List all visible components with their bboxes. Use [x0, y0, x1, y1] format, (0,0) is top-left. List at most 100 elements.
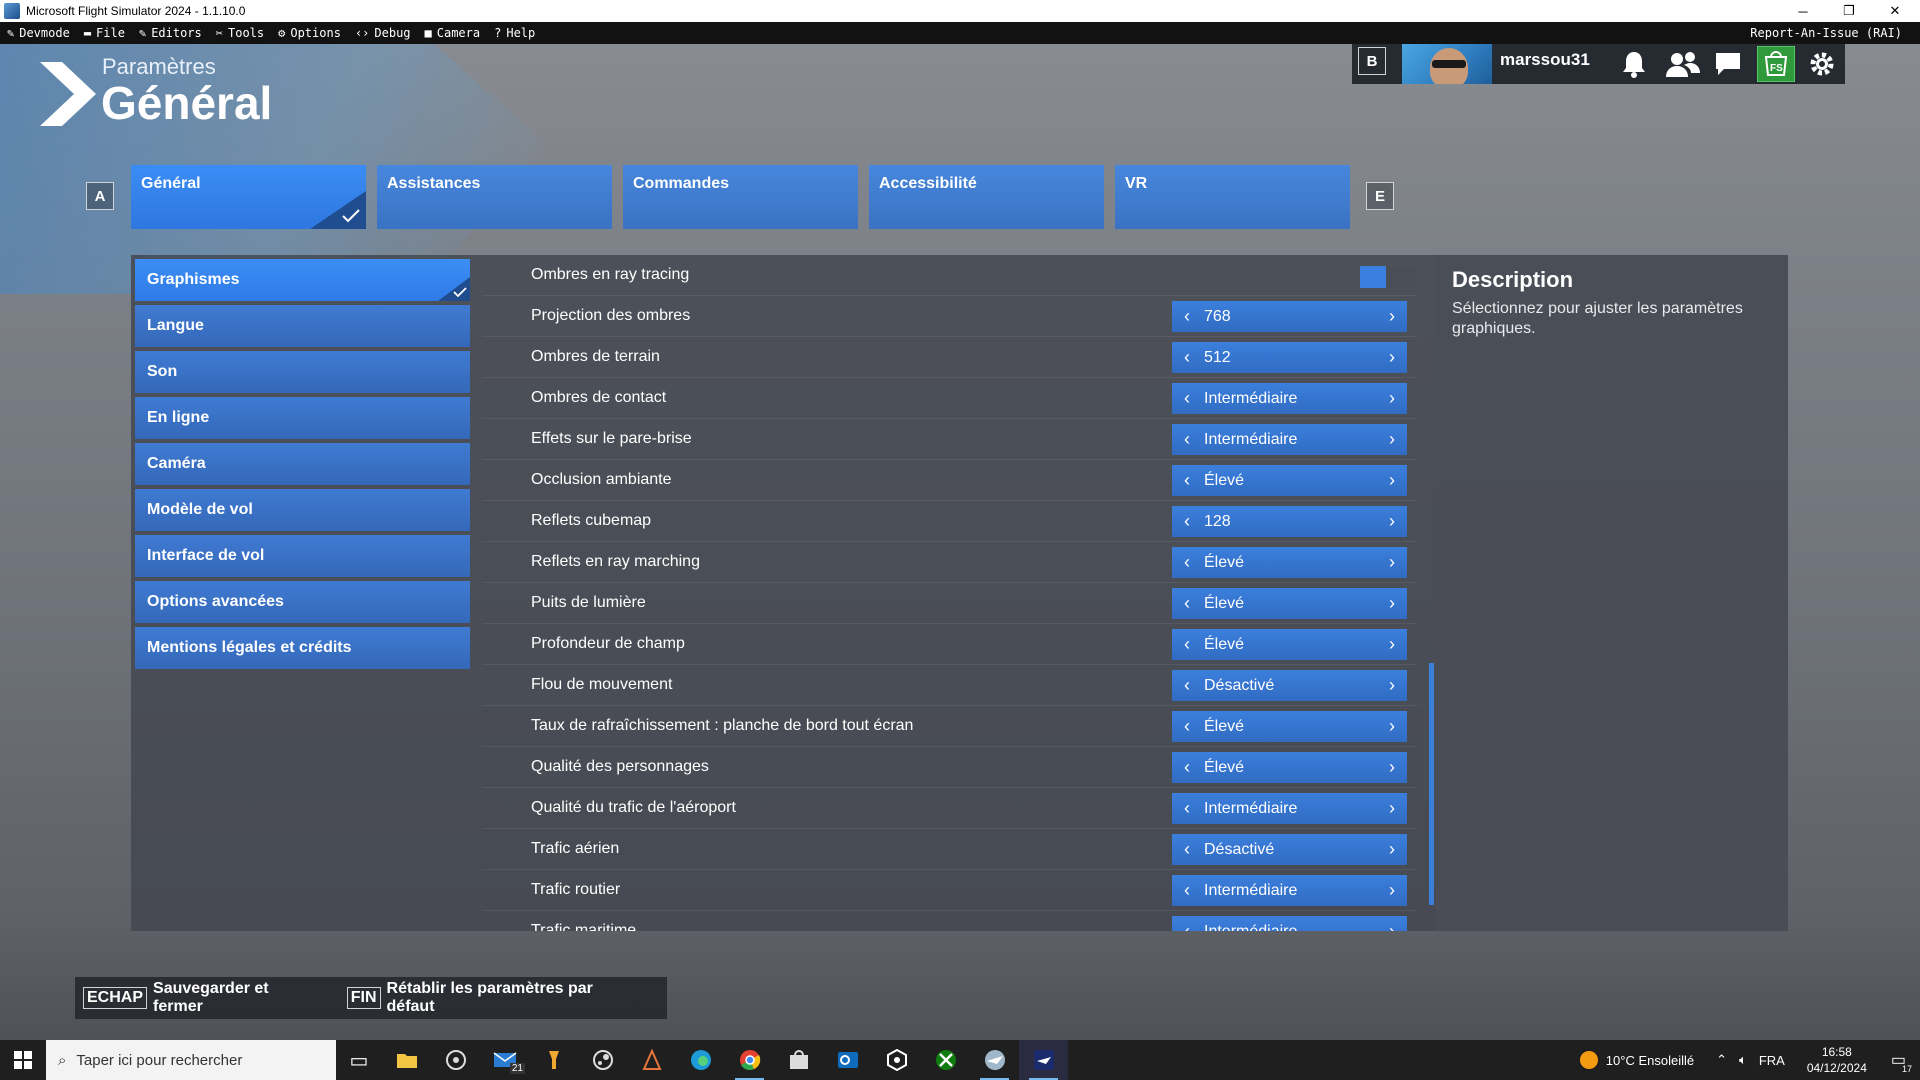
- tab-commandes[interactable]: Commandes: [623, 165, 858, 229]
- chevron-left-icon[interactable]: ‹: [1172, 634, 1202, 655]
- chevron-left-icon[interactable]: ‹: [1172, 839, 1202, 860]
- setting-row[interactable]: Reflets cubemap ‹ 128 ›: [482, 501, 1417, 542]
- menu-options[interactable]: ⚙ Options: [271, 22, 348, 44]
- setting-row[interactable]: Reflets en ray marching ‹ Élevé ›: [482, 542, 1417, 583]
- chevron-right-icon[interactable]: ›: [1377, 716, 1407, 737]
- bell-icon[interactable]: [1618, 48, 1650, 80]
- setting-selector[interactable]: ‹ Élevé ›: [1172, 752, 1407, 783]
- chevron-left-icon[interactable]: ‹: [1172, 306, 1202, 327]
- tab-vr[interactable]: VR: [1115, 165, 1350, 229]
- chevron-right-icon[interactable]: ›: [1377, 675, 1407, 696]
- chevron-right-icon[interactable]: ›: [1377, 880, 1407, 901]
- setting-row[interactable]: Puits de lumière ‹ Élevé ›: [482, 583, 1417, 624]
- save-and-close-button[interactable]: Sauvegarder et fermer: [153, 980, 319, 1016]
- setting-row[interactable]: Ombres en ray tracing: [482, 255, 1417, 296]
- chevron-right-icon[interactable]: ›: [1377, 839, 1407, 860]
- taskbar-search-input[interactable]: ⌕ Taper ici pour rechercher: [46, 1040, 336, 1080]
- steam-icon[interactable]: [578, 1040, 627, 1080]
- chevron-left-icon[interactable]: ‹: [1172, 798, 1202, 819]
- chevron-right-icon[interactable]: ›: [1377, 634, 1407, 655]
- setting-selector[interactable]: ‹ Intermédiaire ›: [1172, 793, 1407, 824]
- setting-selector[interactable]: ‹ 128 ›: [1172, 506, 1407, 537]
- report-an-issue-button[interactable]: Report-An-Issue (RAI): [1750, 22, 1902, 44]
- chevron-right-icon[interactable]: ›: [1377, 388, 1407, 409]
- chevron-right-icon[interactable]: ›: [1377, 306, 1407, 327]
- chevron-right-icon[interactable]: ›: [1377, 511, 1407, 532]
- setting-selector[interactable]: ‹ Intermédiaire ›: [1172, 424, 1407, 455]
- start-button[interactable]: [0, 1040, 46, 1080]
- flight-simulator-icon[interactable]: [970, 1040, 1019, 1080]
- chevron-right-icon[interactable]: ›: [1377, 347, 1407, 368]
- menu-camera[interactable]: ■ Camera: [418, 22, 488, 44]
- setting-row[interactable]: Projection des ombres ‹ 768 ›: [482, 296, 1417, 337]
- b-key-hint[interactable]: B: [1358, 47, 1386, 75]
- chevron-left-icon[interactable]: ‹: [1172, 716, 1202, 737]
- setting-selector[interactable]: ‹ 768 ›: [1172, 301, 1407, 332]
- chevron-left-icon[interactable]: ‹: [1172, 552, 1202, 573]
- menu-help[interactable]: ? Help: [487, 22, 542, 44]
- setting-selector[interactable]: ‹ Désactivé ›: [1172, 670, 1407, 701]
- chevron-left-icon[interactable]: ‹: [1172, 593, 1202, 614]
- minimize-button[interactable]: ─: [1780, 0, 1826, 22]
- setting-selector[interactable]: ‹ Intermédiaire ›: [1172, 916, 1407, 931]
- menu-tools[interactable]: ✂ Tools: [209, 22, 271, 44]
- chevron-left-icon[interactable]: ‹: [1172, 429, 1202, 450]
- task-view-icon[interactable]: ▭: [336, 1040, 382, 1080]
- marketplace-icon[interactable]: FS: [1757, 46, 1795, 82]
- setting-row[interactable]: Ombres de terrain ‹ 512 ›: [482, 337, 1417, 378]
- weather-text[interactable]: 10°C Ensoleillé: [1606, 1053, 1694, 1068]
- language-indicator[interactable]: FRA: [1759, 1053, 1785, 1068]
- chevron-right-icon[interactable]: ›: [1377, 593, 1407, 614]
- ea-app-icon[interactable]: [627, 1040, 676, 1080]
- end-key-hint[interactable]: FIN: [346, 987, 381, 1009]
- setting-selector[interactable]: ‹ Élevé ›: [1172, 588, 1407, 619]
- chevron-left-icon[interactable]: ‹: [1172, 880, 1202, 901]
- chevron-left-icon[interactable]: ‹: [1172, 757, 1202, 778]
- sidebar-item-modele-de-vol[interactable]: Modèle de vol: [135, 489, 470, 531]
- menu-file[interactable]: ▬ File: [77, 22, 132, 44]
- setting-selector[interactable]: ‹ Désactivé ›: [1172, 834, 1407, 865]
- tab-prev-key-hint[interactable]: A: [86, 182, 114, 210]
- menu-devmode[interactable]: ✎ Devmode: [0, 22, 77, 44]
- sidebar-item-interface-de-vol[interactable]: Interface de vol: [135, 535, 470, 577]
- tab-general[interactable]: Général: [131, 165, 366, 229]
- msfs-running-icon[interactable]: [1019, 1040, 1068, 1080]
- setting-selector[interactable]: ‹ 512 ›: [1172, 342, 1407, 373]
- chevron-right-icon[interactable]: ›: [1377, 470, 1407, 491]
- setting-selector[interactable]: ‹ Élevé ›: [1172, 547, 1407, 578]
- setting-row[interactable]: Trafic routier ‹ Intermédiaire ›: [482, 870, 1417, 911]
- setting-selector[interactable]: ‹ Intermédiaire ›: [1172, 875, 1407, 906]
- setting-selector[interactable]: ‹ Élevé ›: [1172, 465, 1407, 496]
- menu-editors[interactable]: ✎ Editors: [132, 22, 209, 44]
- ray-tracing-toggle[interactable]: [1360, 266, 1416, 288]
- steering-app-icon[interactable]: [431, 1040, 480, 1080]
- setting-row[interactable]: Occlusion ambiante ‹ Élevé ›: [482, 460, 1417, 501]
- close-button[interactable]: ✕: [1872, 0, 1918, 22]
- chrome-icon[interactable]: [725, 1040, 774, 1080]
- setting-row[interactable]: Ombres de contact ‹ Intermédiaire ›: [482, 378, 1417, 419]
- sidebar-item-en-ligne[interactable]: En ligne: [135, 397, 470, 439]
- sidebar-item-langue[interactable]: Langue: [135, 305, 470, 347]
- menu-debug[interactable]: ‹› Debug: [348, 22, 418, 44]
- username[interactable]: marssou31: [1500, 50, 1590, 70]
- chevron-up-icon[interactable]: ⌃: [1716, 1052, 1727, 1068]
- setting-row[interactable]: Qualité des personnages ‹ Élevé ›: [482, 747, 1417, 788]
- chat-icon[interactable]: [1712, 48, 1744, 80]
- chevron-left-icon[interactable]: ‹: [1172, 470, 1202, 491]
- xbox-icon[interactable]: [921, 1040, 970, 1080]
- setting-selector[interactable]: ‹ Élevé ›: [1172, 711, 1407, 742]
- tab-next-key-hint[interactable]: E: [1366, 182, 1394, 210]
- sidebar-item-options-avancees[interactable]: Options avancées: [135, 581, 470, 623]
- setting-row[interactable]: Trafic aérien ‹ Désactivé ›: [482, 829, 1417, 870]
- setting-row[interactable]: Trafic maritime ‹ Intermédiaire ›: [482, 911, 1417, 931]
- chevron-right-icon[interactable]: ›: [1377, 757, 1407, 778]
- setting-selector[interactable]: ‹ Élevé ›: [1172, 629, 1407, 660]
- chevron-right-icon[interactable]: ›: [1377, 429, 1407, 450]
- escape-key-hint[interactable]: ECHAP: [83, 987, 148, 1009]
- setting-row[interactable]: Qualité du trafic de l'aéroport ‹ Interméd…: [482, 788, 1417, 829]
- hexagon-app-icon[interactable]: [872, 1040, 921, 1080]
- sidebar-item-son[interactable]: Son: [135, 351, 470, 393]
- setting-row[interactable]: Profondeur de champ ‹ Élevé ›: [482, 624, 1417, 665]
- setting-row[interactable]: Taux de rafraîchissement : planche de bo…: [482, 706, 1417, 747]
- edge-icon[interactable]: [676, 1040, 725, 1080]
